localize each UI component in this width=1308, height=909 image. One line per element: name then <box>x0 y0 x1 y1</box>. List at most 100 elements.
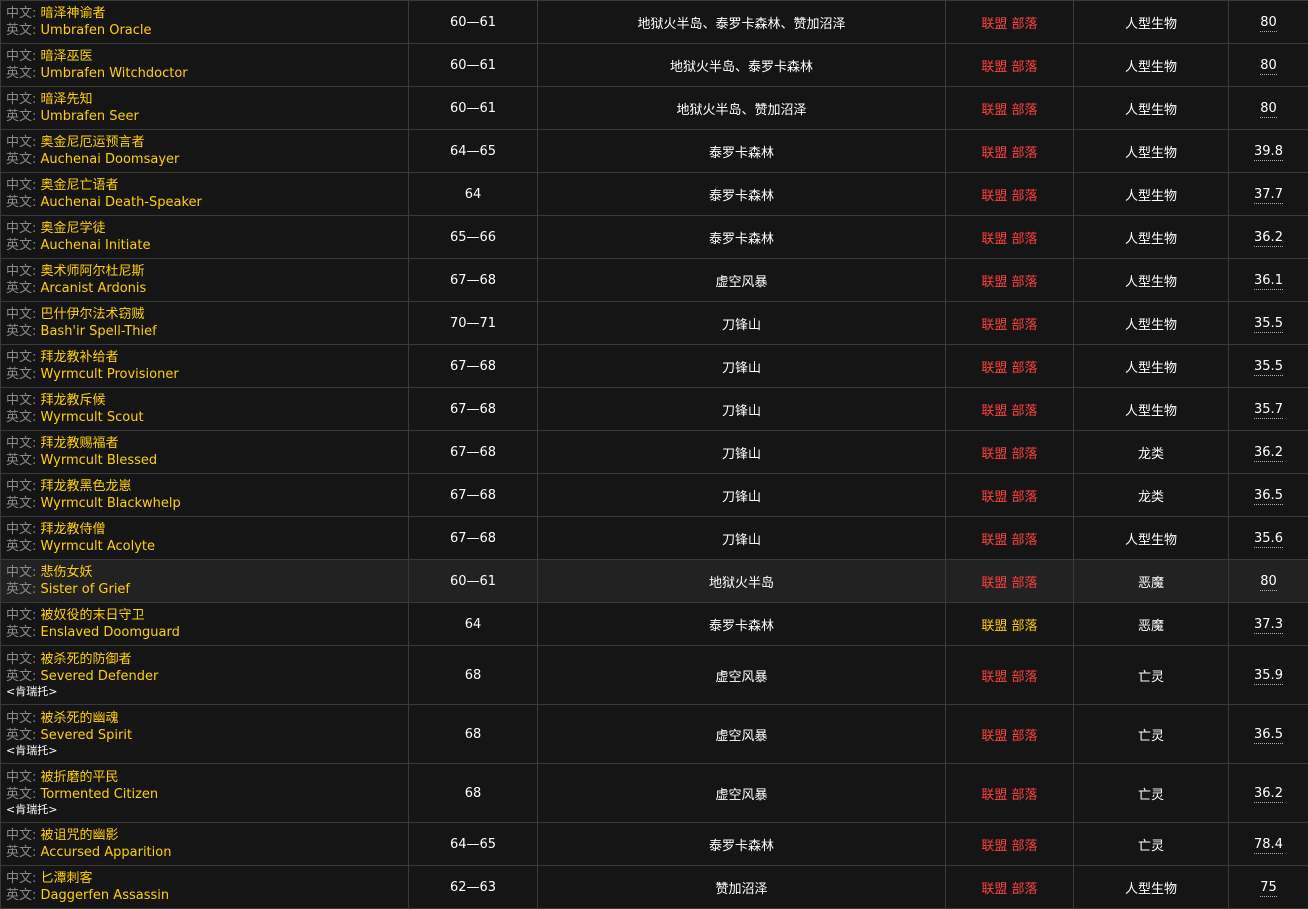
npc-english-name-link[interactable]: Auchenai Death-Speaker <box>41 195 202 210</box>
table-row[interactable]: 中文: 奥金尼亡语者 英文: Auchenai Death-Speaker 64… <box>1 173 1308 216</box>
chinese-label: 中文: <box>6 264 36 279</box>
npc-title: <肯瑞托> <box>6 744 408 758</box>
npc-reaction-cell: 联盟 部落 <box>946 474 1074 517</box>
table-row[interactable]: 中文: 奥金尼学徒 英文: Auchenai Initiate 65—66 泰罗… <box>1 216 1308 259</box>
npc-english-name-link[interactable]: Umbrafen Seer <box>41 109 139 124</box>
npc-chinese-name-link[interactable]: 奥金尼学徒 <box>41 221 106 236</box>
npc-zone: 虚空风暴 <box>538 646 946 705</box>
table-row[interactable]: 中文: 巴什伊尔法术窃贼 英文: Bash'ir Spell-Thief 70—… <box>1 302 1308 345</box>
english-label: 英文: <box>6 845 36 860</box>
table-row[interactable]: 中文: 奥术师阿尔杜尼斯 英文: Arcanist Ardonis 67—68 … <box>1 259 1308 302</box>
npc-value-link[interactable]: 36.2 <box>1254 445 1283 462</box>
npc-chinese-name-link[interactable]: 奥金尼亡语者 <box>41 178 119 193</box>
npc-value-link[interactable]: 36.1 <box>1254 273 1283 290</box>
npc-english-name-link[interactable]: Umbrafen Oracle <box>41 23 152 38</box>
table-row[interactable]: 中文: 拜龙教补给者 英文: Wyrmcult Provisioner 67—6… <box>1 345 1308 388</box>
npc-chinese-name-link[interactable]: 暗泽巫医 <box>41 49 93 64</box>
npc-zone: 地狱火半岛、泰罗卡森林、赞加沼泽 <box>538 1 946 44</box>
npc-value-link[interactable]: 37.7 <box>1254 187 1283 204</box>
table-row[interactable]: 中文: 悲伤女妖 英文: Sister of Grief 60—61 地狱火半岛… <box>1 560 1308 603</box>
table-row[interactable]: 中文: 拜龙教侍僧 英文: Wyrmcult Acolyte 67—68 刀锋山… <box>1 517 1308 560</box>
npc-chinese-name-link[interactable]: 拜龙教斥候 <box>41 393 106 408</box>
npc-value-cell: 35.5 <box>1229 345 1308 388</box>
npc-value-link[interactable]: 36.2 <box>1254 786 1283 803</box>
table-row[interactable]: 中文: 暗泽先知 英文: Umbrafen Seer 60—61 地狱火半岛、赞… <box>1 87 1308 130</box>
npc-chinese-name-link[interactable]: 被奴役的末日守卫 <box>41 608 145 623</box>
npc-english-name-link[interactable]: Wyrmcult Blessed <box>41 453 158 468</box>
npc-value-link[interactable]: 35.5 <box>1254 359 1283 376</box>
npc-name-cell: 中文: 被奴役的末日守卫 英文: Enslaved Doomguard <box>1 603 409 646</box>
npc-value-link[interactable]: 80 <box>1260 58 1277 75</box>
table-row[interactable]: 中文: 被折磨的平民 英文: Tormented Citizen <肯瑞托> 6… <box>1 764 1308 823</box>
table-row[interactable]: 中文: 拜龙教斥候 英文: Wyrmcult Scout 67—68 刀锋山 联… <box>1 388 1308 431</box>
npc-chinese-name-link[interactable]: 匕潭刺客 <box>41 871 93 886</box>
chinese-label: 中文: <box>6 6 36 21</box>
npc-english-name-link[interactable]: Severed Defender <box>41 669 159 684</box>
npc-chinese-name-link[interactable]: 被杀死的幽魂 <box>41 711 119 726</box>
npc-type: 人型生物 <box>1074 1 1229 44</box>
npc-value-link[interactable]: 35.5 <box>1254 316 1283 333</box>
npc-english-name-link[interactable]: Auchenai Initiate <box>41 238 151 253</box>
npc-value-cell: 35.6 <box>1229 517 1308 560</box>
npc-chinese-name-link[interactable]: 被诅咒的幽影 <box>41 828 119 843</box>
npc-english-name-link[interactable]: Accursed Apparition <box>41 845 172 860</box>
npc-chinese-name-link[interactable]: 被折磨的平民 <box>41 770 119 785</box>
table-row[interactable]: 中文: 被杀死的幽魂 英文: Severed Spirit <肯瑞托> 68 虚… <box>1 705 1308 764</box>
npc-chinese-name-link[interactable]: 暗泽先知 <box>41 92 93 107</box>
npc-english-name-link[interactable]: Enslaved Doomguard <box>41 625 180 640</box>
npc-chinese-name-link[interactable]: 拜龙教补给者 <box>41 350 119 365</box>
npc-value-link[interactable]: 36.5 <box>1254 727 1283 744</box>
npc-value-link[interactable]: 80 <box>1260 574 1277 591</box>
npc-english-name-link[interactable]: Wyrmcult Scout <box>41 410 144 425</box>
table-row[interactable]: 中文: 被诅咒的幽影 英文: Accursed Apparition 64—65… <box>1 823 1308 866</box>
npc-english-name-link[interactable]: Wyrmcult Blackwhelp <box>41 496 181 511</box>
npc-value-cell: 80 <box>1229 44 1308 87</box>
npc-value-link[interactable]: 36.5 <box>1254 488 1283 505</box>
npc-chinese-name-link[interactable]: 奥金尼厄运预言者 <box>41 135 145 150</box>
npc-english-name-link[interactable]: Wyrmcult Acolyte <box>41 539 156 554</box>
npc-value-link[interactable]: 39.8 <box>1254 144 1283 161</box>
npc-value-link[interactable]: 35.6 <box>1254 531 1283 548</box>
npc-english-name-link[interactable]: Tormented Citizen <box>41 787 159 802</box>
table-row[interactable]: 中文: 匕潭刺客 英文: Daggerfen Assassin 62—63 赞加… <box>1 866 1308 909</box>
npc-english-name-link[interactable]: Sister of Grief <box>41 582 130 597</box>
npc-value-link[interactable]: 35.7 <box>1254 402 1283 419</box>
npc-value-link[interactable]: 80 <box>1260 101 1277 118</box>
npc-english-name-link[interactable]: Severed Spirit <box>41 728 133 743</box>
npc-chinese-name-link[interactable]: 拜龙教侍僧 <box>41 522 106 537</box>
npc-chinese-name-link[interactable]: 拜龙教黑色龙崽 <box>41 479 132 494</box>
npc-value-link[interactable]: 80 <box>1260 15 1277 32</box>
table-row[interactable]: 中文: 暗泽巫医 英文: Umbrafen Witchdoctor 60—61 … <box>1 44 1308 87</box>
npc-chinese-name-link[interactable]: 奥术师阿尔杜尼斯 <box>41 264 145 279</box>
npc-value-link[interactable]: 35.9 <box>1254 668 1283 685</box>
npc-chinese-name-link[interactable]: 被杀死的防御者 <box>41 652 132 667</box>
npc-english-name-link[interactable]: Wyrmcult Provisioner <box>41 367 179 382</box>
npc-value-link[interactable]: 36.2 <box>1254 230 1283 247</box>
npc-name-cell: 中文: 拜龙教斥候 英文: Wyrmcult Scout <box>1 388 409 431</box>
npc-zone: 地狱火半岛、赞加沼泽 <box>538 87 946 130</box>
table-row[interactable]: 中文: 被杀死的防御者 英文: Severed Defender <肯瑞托> 6… <box>1 646 1308 705</box>
npc-value-cell: 36.1 <box>1229 259 1308 302</box>
table-row[interactable]: 中文: 奥金尼厄运预言者 英文: Auchenai Doomsayer 64—6… <box>1 130 1308 173</box>
npc-english-name-link[interactable]: Bash'ir Spell-Thief <box>41 324 157 339</box>
npc-chinese-name-link[interactable]: 拜龙教赐福者 <box>41 436 119 451</box>
npc-chinese-name-link[interactable]: 悲伤女妖 <box>41 565 93 580</box>
table-row[interactable]: 中文: 暗泽神谕者 英文: Umbrafen Oracle 60—61 地狱火半… <box>1 1 1308 44</box>
npc-english-name-link[interactable]: Arcanist Ardonis <box>41 281 147 296</box>
npc-zone: 刀锋山 <box>538 431 946 474</box>
npc-value-link[interactable]: 78.4 <box>1254 837 1283 854</box>
npc-level: 60—61 <box>409 87 538 130</box>
npc-chinese-name-link[interactable]: 巴什伊尔法术窃贼 <box>41 307 145 322</box>
npc-type: 人型生物 <box>1074 517 1229 560</box>
npc-english-name-link[interactable]: Umbrafen Witchdoctor <box>41 66 188 81</box>
english-label: 英文: <box>6 367 36 382</box>
english-name-line: 英文: Auchenai Death-Speaker <box>6 194 408 211</box>
npc-english-name-link[interactable]: Auchenai Doomsayer <box>41 152 180 167</box>
npc-reaction-cell: 联盟 部落 <box>946 302 1074 345</box>
table-row[interactable]: 中文: 被奴役的末日守卫 英文: Enslaved Doomguard 64 泰… <box>1 603 1308 646</box>
table-row[interactable]: 中文: 拜龙教赐福者 英文: Wyrmcult Blessed 67—68 刀锋… <box>1 431 1308 474</box>
npc-value-link[interactable]: 75 <box>1260 880 1277 897</box>
table-row[interactable]: 中文: 拜龙教黑色龙崽 英文: Wyrmcult Blackwhelp 67—6… <box>1 474 1308 517</box>
npc-chinese-name-link[interactable]: 暗泽神谕者 <box>41 6 106 21</box>
npc-value-link[interactable]: 37.3 <box>1254 617 1283 634</box>
